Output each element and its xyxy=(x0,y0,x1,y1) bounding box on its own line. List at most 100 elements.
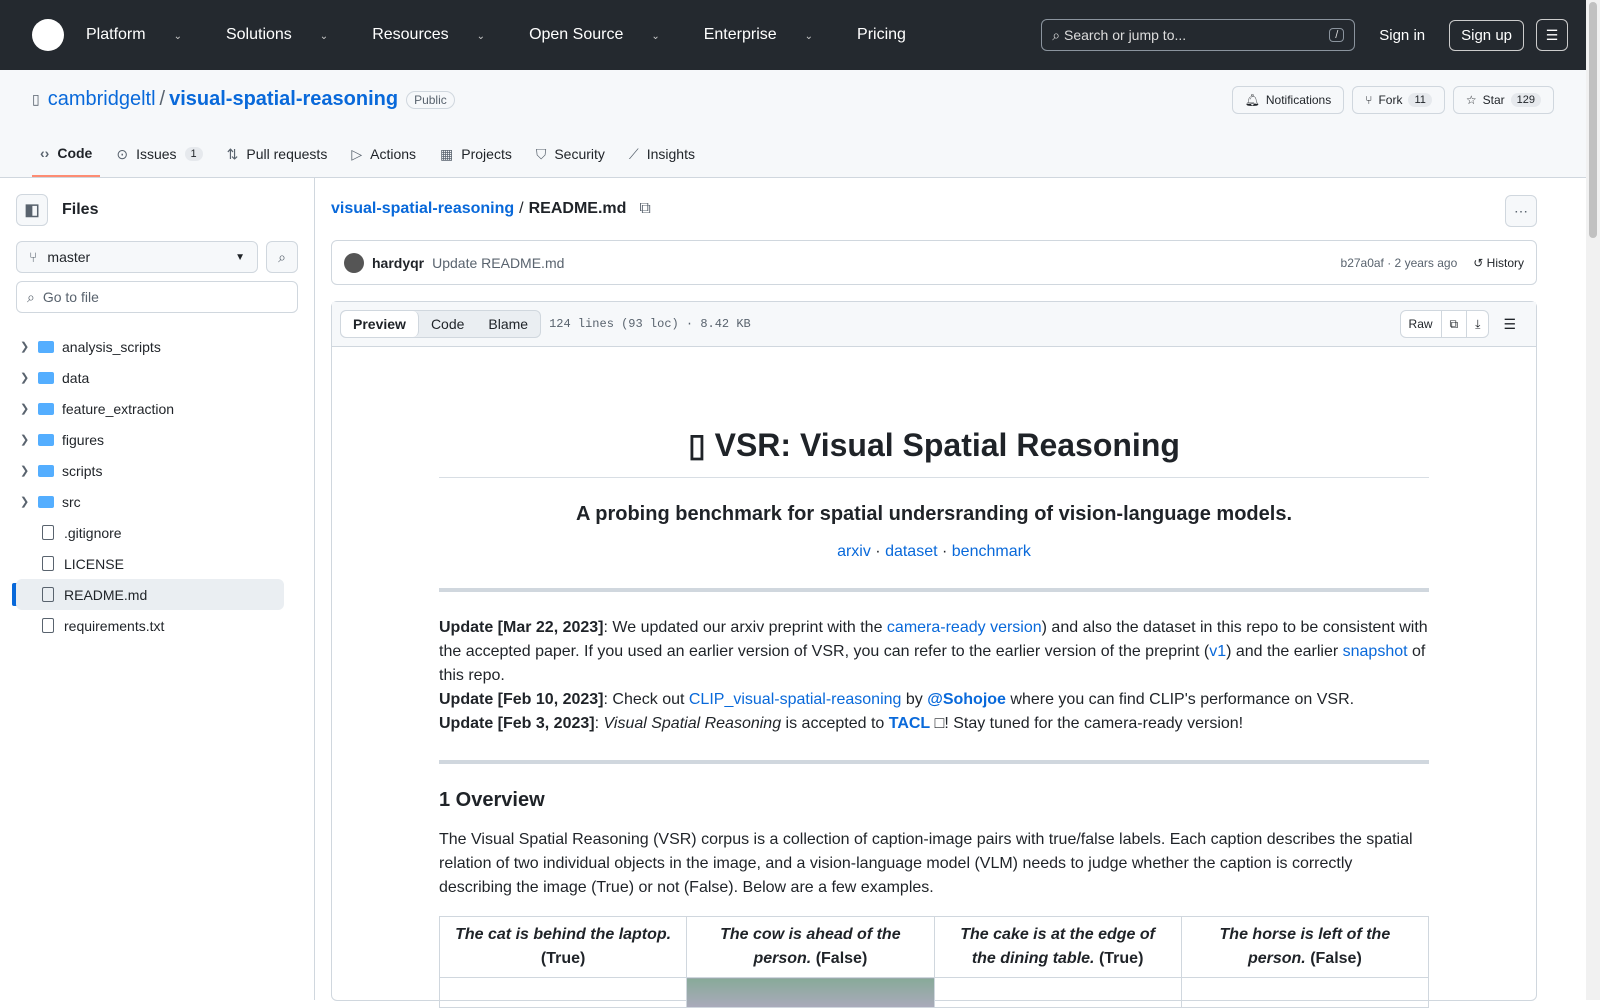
caption-label: (False) xyxy=(815,950,868,967)
nav-solutions[interactable]: Solutions ⌄ xyxy=(226,26,350,44)
preview-tab[interactable]: Preview xyxy=(341,311,419,337)
github-logo-icon[interactable] xyxy=(32,19,64,51)
tree-item[interactable]: ❯ src xyxy=(16,486,284,517)
example-caption: The horse is left of the person. (False) xyxy=(1180,916,1430,978)
tree-item[interactable]: ❯ data xyxy=(16,362,284,393)
search-input[interactable]: ⌕ Search or jump to... / xyxy=(1041,19,1356,51)
tree-item-label: README.md xyxy=(64,586,148,603)
tab-actions[interactable]: ▷ Actions xyxy=(343,131,424,177)
chevron-right-icon[interactable]: ❯ xyxy=(20,402,38,415)
breadcrumb-repo-link[interactable]: visual-spatial-reasoning xyxy=(331,200,514,218)
files-title: Files xyxy=(62,201,99,218)
outline-list-icon[interactable]: ☰ xyxy=(1503,316,1516,333)
page-scrollbar[interactable] xyxy=(1586,0,1600,1000)
collapse-sidebar-icon[interactable]: ◧ xyxy=(16,194,48,226)
nav-resources[interactable]: Resources ⌄ xyxy=(372,26,507,44)
tree-item[interactable]: LICENSE xyxy=(16,548,284,579)
nav-platform[interactable]: Platform ⌄ xyxy=(86,26,204,44)
link-sep: · xyxy=(937,543,952,560)
tree-item[interactable]: requirements.txt xyxy=(16,610,284,641)
sohojoe-link[interactable]: @Sohojoe xyxy=(927,691,1006,708)
sliders-menu-icon[interactable]: ☰ xyxy=(1536,19,1568,51)
nav-label: Solutions xyxy=(225,26,292,43)
divider xyxy=(439,588,1429,592)
repo-owner-link[interactable]: cambridgeltl xyxy=(48,88,156,111)
tab-projects[interactable]: ▦ Projects xyxy=(432,131,520,177)
history-button[interactable]: ↺ History xyxy=(1473,256,1524,270)
chevron-right-icon[interactable]: ❯ xyxy=(20,371,38,384)
code-tab[interactable]: Code xyxy=(419,311,476,337)
copy-icon[interactable]: ⧉ xyxy=(1442,311,1468,337)
tree-item-label: figures xyxy=(62,431,105,448)
tab-pull-requests[interactable]: ⇅ Pull requests xyxy=(219,131,336,177)
tree-item[interactable]: ❯ figures xyxy=(16,424,284,455)
tab-security[interactable]: ⛉ Security xyxy=(528,131,613,177)
sign-in-link[interactable]: Sign in xyxy=(1379,27,1425,44)
chevron-right-icon[interactable]: ❯ xyxy=(20,464,38,477)
file-tree-sidebar: ◧ Files ⑂ master ▼ ⌕ ⌕ Go to file ❯ analysis_… xyxy=(0,178,315,1000)
copy-path-icon[interactable]: ⧉ xyxy=(639,200,650,218)
update-text: by xyxy=(901,691,928,708)
chevron-down-icon: ⌄ xyxy=(173,31,182,42)
chevron-right-icon[interactable]: ❯ xyxy=(20,433,38,446)
star-button[interactable]: ☆ Star 129 xyxy=(1452,86,1554,114)
benchmark-link[interactable]: benchmark xyxy=(952,543,1031,560)
scrollbar-thumb[interactable] xyxy=(1589,2,1597,238)
sign-up-button[interactable]: Sign up xyxy=(1449,19,1524,51)
file-icon xyxy=(42,587,54,602)
v1-link[interactable]: v1 xyxy=(1209,643,1226,660)
example-image xyxy=(438,977,688,1008)
raw-button[interactable]: Raw xyxy=(1401,311,1442,337)
commit-author[interactable]: hardyqr xyxy=(372,255,424,271)
chevron-right-icon[interactable]: ❯ xyxy=(20,495,38,508)
nav-pricing[interactable]: Pricing xyxy=(857,26,928,44)
file-meta: 124 lines (93 loc) · 8.42 KB xyxy=(549,317,751,331)
visibility-badge: Public xyxy=(406,90,455,109)
folder-icon xyxy=(38,340,54,353)
update-text: where you can find CLIP's performance on… xyxy=(1005,691,1355,708)
blame-tab[interactable]: Blame xyxy=(476,311,540,337)
download-icon[interactable]: ⤓ xyxy=(1467,311,1488,337)
chevron-right-icon[interactable]: ❯ xyxy=(20,340,38,353)
tab-code[interactable]: ‹› Code xyxy=(32,131,101,177)
repo-name-link[interactable]: visual-spatial-reasoning xyxy=(169,88,398,111)
update-label: Update [Feb 10, 2023] xyxy=(439,691,604,708)
notifications-label: Notifications xyxy=(1265,93,1332,107)
more-options-icon[interactable]: ⋯ xyxy=(1505,195,1537,227)
nav-enterprise[interactable]: Enterprise ⌄ xyxy=(704,26,835,44)
nav-open-source[interactable]: Open Source ⌄ xyxy=(529,26,682,44)
go-to-file-input[interactable]: ⌕ Go to file xyxy=(16,281,298,313)
fork-button[interactable]: ⑂ Fork 11 xyxy=(1352,86,1445,114)
file-tree: ❯ analysis_scripts ❯ data ❯ feature_extractio… xyxy=(16,331,298,641)
repo-sep: / xyxy=(159,88,166,110)
tree-item[interactable]: ❯ scripts xyxy=(16,455,284,486)
chevron-down-icon: ⌄ xyxy=(804,31,814,42)
file-box: Preview Code Blame 124 lines (93 loc) · … xyxy=(331,301,1537,1008)
caption-text: The horse is left of the person. xyxy=(1219,926,1391,967)
readme-links: arxiv · dataset · benchmark xyxy=(439,540,1429,564)
snapshot-link[interactable]: snapshot xyxy=(1343,643,1408,660)
clip-vsr-link[interactable]: CLIP_visual-spatial-reasoning xyxy=(689,691,902,708)
avatar[interactable] xyxy=(344,252,364,273)
commit-message[interactable]: Update README.md xyxy=(432,255,564,271)
main-nav: Platform ⌄ Solutions ⌄ Resources ⌄ Open Source… xyxy=(86,26,950,44)
nav-label: Platform xyxy=(86,26,146,43)
tacl-link[interactable]: TACL xyxy=(889,715,930,732)
tree-item[interactable]: ❯ analysis_scripts xyxy=(16,331,284,362)
search-files-button[interactable]: ⌕ xyxy=(266,241,298,273)
tree-item[interactable]: ❯ feature_extraction xyxy=(16,393,284,424)
chevron-down-icon: ⌄ xyxy=(476,31,486,42)
arxiv-link[interactable]: arxiv xyxy=(837,543,871,560)
notifications-button[interactable]: 🔔︎ Notifications xyxy=(1231,86,1345,114)
tree-item[interactable]: .gitignore xyxy=(16,517,284,548)
commit-sha-time[interactable]: b27a0af · 2 years ago xyxy=(1341,256,1458,270)
tree-item-label: src xyxy=(62,493,81,510)
caption-label: (False) xyxy=(1310,950,1362,967)
tab-insights[interactable]: ⟋ Insights xyxy=(621,131,703,177)
tree-item[interactable]: README.md xyxy=(16,579,284,610)
go-to-file-placeholder: Go to file xyxy=(42,289,99,305)
branch-select[interactable]: ⑂ master ▼ xyxy=(16,241,258,273)
tab-issues[interactable]: ⊙ Issues 1 xyxy=(108,131,210,177)
dataset-link[interactable]: dataset xyxy=(885,543,937,560)
camera-ready-link[interactable]: camera-ready version xyxy=(887,619,1042,636)
